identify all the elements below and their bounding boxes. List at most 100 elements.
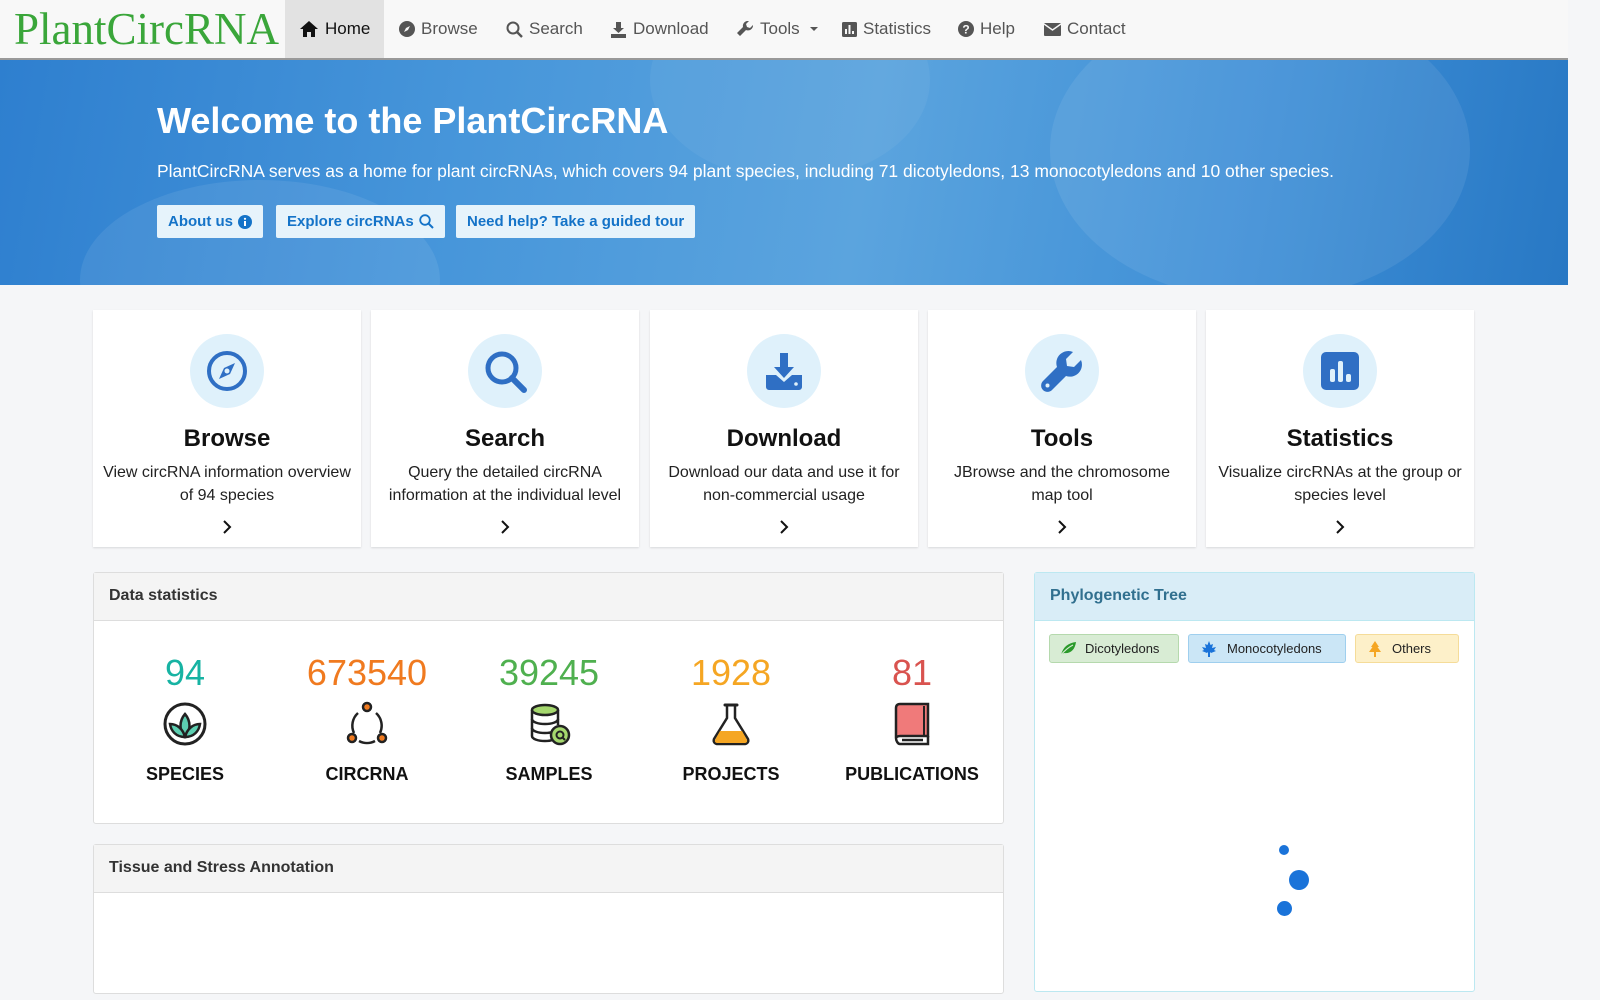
stat-value: 81 — [891, 652, 933, 693]
bar-chart-icon — [1321, 352, 1359, 390]
about-us-button[interactable]: About us — [157, 205, 263, 238]
legend-monocotyledons[interactable]: Monocotyledons — [1188, 634, 1346, 663]
brand-logo[interactable]: PlantCircRNA — [14, 2, 279, 56]
legend-others[interactable]: Others — [1355, 634, 1459, 663]
stat-label: CIRCRNA — [325, 764, 409, 784]
nav-statistics[interactable]: Statistics — [842, 0, 931, 58]
card-icon-circle — [1025, 334, 1099, 408]
card-title: Search — [464, 425, 546, 452]
card-description: Download our data and use it for non-com… — [668, 464, 900, 504]
nav-home[interactable]: Home — [285, 0, 384, 58]
bar-chart-icon — [842, 21, 857, 37]
compass-icon — [207, 351, 247, 391]
navbar: PlantCircRNA Home Browse Search Download… — [0, 0, 1568, 60]
nav-browse[interactable]: Browse — [399, 0, 478, 58]
about-us-label: About us — [168, 213, 233, 230]
card-description: JBrowse and the chromosome map tool — [953, 464, 1171, 504]
chevron-right-icon[interactable] — [499, 520, 511, 534]
card-title: Statistics — [1286, 425, 1394, 452]
card-description: Query the detailed circRNA information a… — [388, 464, 622, 504]
chevron-right-icon[interactable] — [1334, 520, 1346, 534]
panel-title: Data statistics — [94, 573, 1003, 621]
nav-search[interactable]: Search — [506, 0, 583, 58]
stat-samples: 39245 SAMPLES — [459, 650, 639, 785]
tree-icon — [1369, 640, 1381, 657]
legend-dicotyledons[interactable]: Dicotyledons — [1049, 634, 1179, 663]
stat-label: SPECIES — [145, 764, 225, 784]
card-icon-circle — [1303, 334, 1377, 408]
hero-banner: Welcome to the PlantCircRNA PlantCircRNA… — [0, 60, 1568, 285]
nav-statistics-label: Statistics — [863, 19, 932, 38]
card-download[interactable]: Download Download our data and use it fo… — [650, 310, 918, 547]
stat-label: SAMPLES — [505, 764, 593, 784]
card-icon-circle — [747, 334, 821, 408]
loading-spinner-dot — [1279, 845, 1289, 855]
nav-contact-label: Contact — [1067, 19, 1126, 38]
stat-value: 39245 — [498, 652, 600, 693]
circle-nodes-icon — [346, 701, 388, 745]
nav-help-label: Help — [980, 19, 1015, 38]
card-tools[interactable]: Tools JBrowse and the chromosome map too… — [928, 310, 1196, 547]
card-icon-circle — [190, 334, 264, 408]
legend-label: Dicotyledons — [1085, 641, 1160, 656]
panel-title: Tissue and Stress Annotation — [94, 845, 1003, 893]
card-statistics[interactable]: Statistics Visualize circRNAs at the gro… — [1206, 310, 1474, 547]
legend-label: Others — [1392, 641, 1432, 656]
card-title: Browse — [183, 425, 271, 452]
download-icon — [611, 21, 626, 38]
card-description: View circRNA information overview of 94 … — [103, 464, 351, 504]
card-search[interactable]: Search Query the detailed circRNA inform… — [371, 310, 639, 547]
chevron-down-icon — [809, 27, 818, 31]
nav-search-label: Search — [529, 19, 583, 38]
panel-title: Phylogenetic Tree — [1035, 573, 1474, 621]
stat-label: PROJECTS — [682, 764, 780, 784]
chevron-right-icon[interactable] — [221, 520, 233, 534]
card-description: Visualize circRNAs at the group or speci… — [1218, 464, 1462, 504]
hero-description: PlantCircRNA serves as a home for plant … — [157, 161, 1334, 181]
nav-browse-label: Browse — [421, 19, 478, 38]
stat-value: 673540 — [306, 652, 428, 693]
wrench-icon — [1041, 351, 1082, 392]
explore-circrnas-label: Explore circRNAs — [287, 213, 414, 230]
stat-label: PUBLICATIONS — [845, 764, 979, 784]
envelope-icon — [1044, 22, 1061, 36]
guided-tour-button[interactable]: Need help? Take a guided tour — [456, 205, 696, 238]
book-icon — [894, 702, 930, 746]
loading-spinner-dot — [1289, 870, 1309, 890]
leaf-icon — [1060, 642, 1076, 656]
card-title: Tools — [1030, 425, 1094, 452]
tissue-stress-panel: Tissue and Stress Annotation — [93, 844, 1004, 994]
database-search-icon — [530, 703, 571, 746]
question-circle-icon: ? — [958, 21, 974, 37]
maple-leaf-icon — [1202, 640, 1216, 657]
nav-tools[interactable]: Tools — [737, 0, 818, 58]
card-icon-circle — [468, 334, 542, 408]
nav-contact[interactable]: Contact — [1044, 0, 1126, 58]
home-icon — [300, 21, 318, 37]
compass-icon — [399, 21, 415, 37]
card-title: Download — [726, 425, 842, 452]
explore-circrnas-button[interactable]: Explore circRNAs — [276, 205, 445, 238]
svg-text:?: ? — [962, 23, 969, 37]
nav-home-label: Home — [325, 19, 371, 38]
flask-icon — [712, 703, 750, 746]
info-circle-icon — [238, 214, 252, 229]
stat-circrna: 673540 CIRCRNA — [277, 650, 457, 785]
nav-help[interactable]: ? Help — [958, 0, 1015, 58]
nav-tools-label: Tools — [760, 19, 800, 38]
search-icon — [506, 21, 523, 38]
chevron-right-icon[interactable] — [1056, 520, 1068, 534]
stat-value: 94 — [164, 652, 206, 693]
hero-title: Welcome to the PlantCircRNA — [157, 100, 669, 141]
legend-label: Monocotyledons — [1227, 641, 1322, 656]
stat-projects: 1928 PROJECTS — [641, 650, 821, 785]
stat-value: 1928 — [690, 652, 772, 693]
download-icon — [766, 353, 802, 390]
loading-spinner-dot — [1277, 901, 1292, 916]
stat-publications: 81 PUBLICATIONS — [822, 650, 1002, 785]
nav-download[interactable]: Download — [610, 0, 709, 58]
chevron-right-icon[interactable] — [778, 520, 790, 534]
card-browse[interactable]: Browse View circRNA information overview… — [93, 310, 361, 547]
sprout-icon — [163, 702, 207, 746]
nav-download-label: Download — [633, 19, 709, 38]
